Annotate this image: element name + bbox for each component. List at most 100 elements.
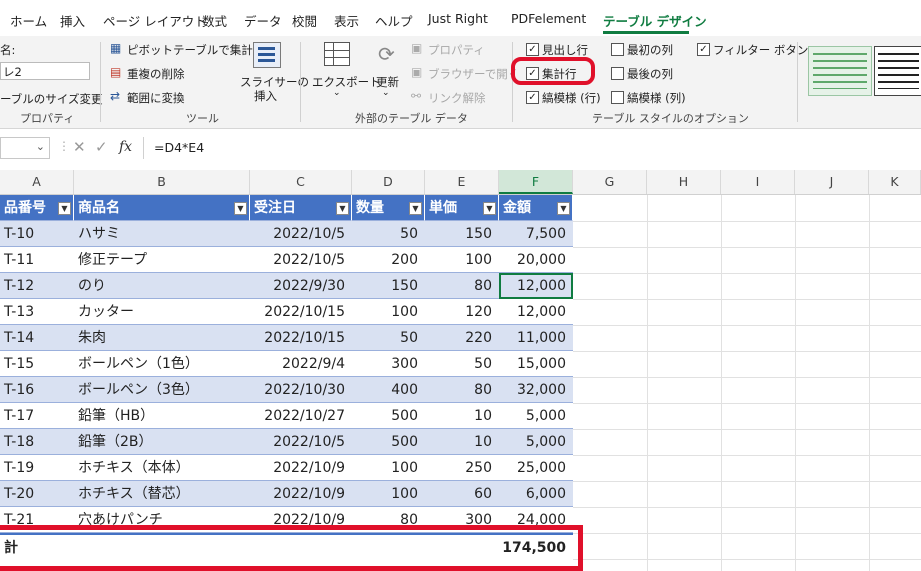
col-header-c[interactable]: C xyxy=(250,170,352,194)
unit-price-cell[interactable]: 10 xyxy=(425,403,499,429)
insert-slicer-button-line2[interactable]: 挿入 xyxy=(254,88,277,104)
tab-page-layout[interactable]: ページ レイアウト xyxy=(103,11,207,30)
quantity-cell[interactable]: 50 xyxy=(352,325,425,351)
filter-dropdown-icon[interactable]: ▼ xyxy=(483,202,496,215)
tab-just-right[interactable]: Just Right xyxy=(428,11,488,26)
banded-rows-checkbox[interactable]: ✓ xyxy=(526,91,539,104)
unit-price-cell[interactable]: 60 xyxy=(425,481,499,507)
header-row-checkbox[interactable]: ✓ xyxy=(526,43,539,56)
quantity-cell[interactable]: 500 xyxy=(352,429,425,455)
unit-price-cell[interactable]: 120 xyxy=(425,299,499,325)
unit-price-cell[interactable]: 100 xyxy=(425,247,499,273)
amount-cell[interactable]: 20,000 xyxy=(499,247,573,273)
order-date-cell[interactable]: 2022/10/30 xyxy=(250,377,352,403)
formula-input[interactable]: =D4*E4 xyxy=(143,137,921,159)
order-date-cell[interactable]: 2022/10/5 xyxy=(250,429,352,455)
product-code-cell[interactable]: T-18 xyxy=(0,429,74,455)
amount-cell[interactable]: 11,000 xyxy=(499,325,573,351)
export-button[interactable]: エクスポート xyxy=(312,74,381,90)
col-header-g[interactable]: G xyxy=(573,170,647,194)
order-date-cell[interactable]: 2022/10/27 xyxy=(250,403,352,429)
unit-price-cell[interactable]: 80 xyxy=(425,377,499,403)
product-code-cell[interactable]: T-15 xyxy=(0,351,74,377)
col-header-a[interactable]: A xyxy=(0,170,74,194)
order-date-cell[interactable]: 2022/10/15 xyxy=(250,299,352,325)
filter-dropdown-icon[interactable]: ▼ xyxy=(557,202,570,215)
product-code-cell[interactable]: T-11 xyxy=(0,247,74,273)
filter-button-checkbox[interactable]: ✓ xyxy=(697,43,710,56)
quantity-cell[interactable]: 400 xyxy=(352,377,425,403)
filter-dropdown-icon[interactable]: ▼ xyxy=(58,202,71,215)
product-code-cell[interactable]: T-20 xyxy=(0,481,74,507)
product-code-cell[interactable]: T-14 xyxy=(0,325,74,351)
worksheet-grid[interactable]: 品番号 ▼ 商品名 ▼ 受注日 ▼ 数量 ▼ 単価 ▼ 金額 ▼ T-10 ハサミ… xyxy=(0,195,921,571)
order-date-cell[interactable]: 2022/10/9 xyxy=(250,455,352,481)
name-box[interactable]: ⌄ xyxy=(0,137,50,159)
name-box-dropdown-icon[interactable]: ⌄ xyxy=(36,140,45,153)
quantity-cell[interactable]: 50 xyxy=(352,221,425,247)
resize-table-button[interactable]: ーブルのサイズ変更 xyxy=(0,91,102,107)
tab-pdfelement[interactable]: PDFelement xyxy=(511,11,586,26)
table-style-black[interactable] xyxy=(874,46,921,96)
product-name-cell[interactable]: 鉛筆（2B） xyxy=(74,429,250,455)
unit-price-cell[interactable]: 50 xyxy=(425,351,499,377)
tab-formulas[interactable]: 数式 xyxy=(202,11,227,30)
unit-price-cell[interactable]: 150 xyxy=(425,221,499,247)
properties-button[interactable]: プロパティ xyxy=(428,42,485,58)
remove-duplicates-button[interactable]: 重複の削除 xyxy=(127,66,185,82)
tab-help[interactable]: ヘルプ xyxy=(375,11,413,30)
tab-table-design[interactable]: テーブル デザイン xyxy=(603,11,707,30)
order-date-cell[interactable]: 2022/10/5 xyxy=(250,247,352,273)
unit-price-cell[interactable]: 220 xyxy=(425,325,499,351)
amount-cell[interactable]: 12,000 xyxy=(499,299,573,325)
refresh-dropdown-icon[interactable]: ⌄ xyxy=(382,88,390,98)
product-name-cell[interactable]: 修正テープ xyxy=(74,247,250,273)
quantity-cell[interactable]: 300 xyxy=(352,351,425,377)
quantity-cell[interactable]: 200 xyxy=(352,247,425,273)
quantity-cell[interactable]: 100 xyxy=(352,455,425,481)
tab-home[interactable]: ホーム xyxy=(10,11,47,30)
order-date-cell[interactable]: 2022/10/9 xyxy=(250,481,352,507)
product-name-cell[interactable]: ホチキス（本体） xyxy=(74,455,250,481)
amount-cell[interactable]: 6,000 xyxy=(499,481,573,507)
banded-columns-checkbox[interactable] xyxy=(611,91,624,104)
product-name-cell[interactable]: カッター xyxy=(74,299,250,325)
unit-price-cell[interactable]: 10 xyxy=(425,429,499,455)
quantity-cell[interactable]: 500 xyxy=(352,403,425,429)
amount-cell[interactable]: 7,500 xyxy=(499,221,573,247)
table-style-light-green[interactable] xyxy=(808,46,872,96)
amount-cell[interactable]: 12,000 xyxy=(499,273,573,299)
pivot-summary-button[interactable]: ピボットテーブルで集計 xyxy=(127,42,253,58)
quantity-cell[interactable]: 100 xyxy=(352,299,425,325)
amount-cell[interactable]: 32,000 xyxy=(499,377,573,403)
col-header-j[interactable]: J xyxy=(795,170,869,194)
tab-insert[interactable]: 挿入 xyxy=(60,11,85,30)
tab-review[interactable]: 校閲 xyxy=(292,11,317,30)
product-name-cell[interactable]: ホチキス（替芯） xyxy=(74,481,250,507)
product-code-cell[interactable]: T-13 xyxy=(0,299,74,325)
quantity-cell[interactable]: 150 xyxy=(352,273,425,299)
order-date-cell[interactable]: 2022/10/15 xyxy=(250,325,352,351)
convert-to-range-button[interactable]: 範囲に変換 xyxy=(127,90,185,106)
col-header-b[interactable]: B xyxy=(74,170,250,194)
col-header-k[interactable]: K xyxy=(869,170,921,194)
product-name-cell[interactable]: ハサミ xyxy=(74,221,250,247)
filter-dropdown-icon[interactable]: ▼ xyxy=(336,202,349,215)
export-dropdown-icon[interactable]: ⌄ xyxy=(333,88,341,98)
product-name-cell[interactable]: 鉛筆（HB） xyxy=(74,403,250,429)
product-code-cell[interactable]: T-12 xyxy=(0,273,74,299)
product-name-cell[interactable]: のり xyxy=(74,273,250,299)
order-date-cell[interactable]: 2022/9/30 xyxy=(250,273,352,299)
amount-cell[interactable]: 5,000 xyxy=(499,429,573,455)
col-header-i[interactable]: I xyxy=(721,170,795,194)
unlink-button[interactable]: リンク解除 xyxy=(428,90,486,106)
more-options-icon[interactable]: ⋮ xyxy=(58,139,70,153)
amount-cell[interactable]: 5,000 xyxy=(499,403,573,429)
product-code-cell[interactable]: T-17 xyxy=(0,403,74,429)
filter-dropdown-icon[interactable]: ▼ xyxy=(234,202,247,215)
table-name-input[interactable]: レ2 xyxy=(0,62,90,80)
col-header-f[interactable]: F xyxy=(499,170,573,194)
unit-price-cell[interactable]: 80 xyxy=(425,273,499,299)
amount-cell[interactable]: 15,000 xyxy=(499,351,573,377)
product-code-cell[interactable]: T-19 xyxy=(0,455,74,481)
